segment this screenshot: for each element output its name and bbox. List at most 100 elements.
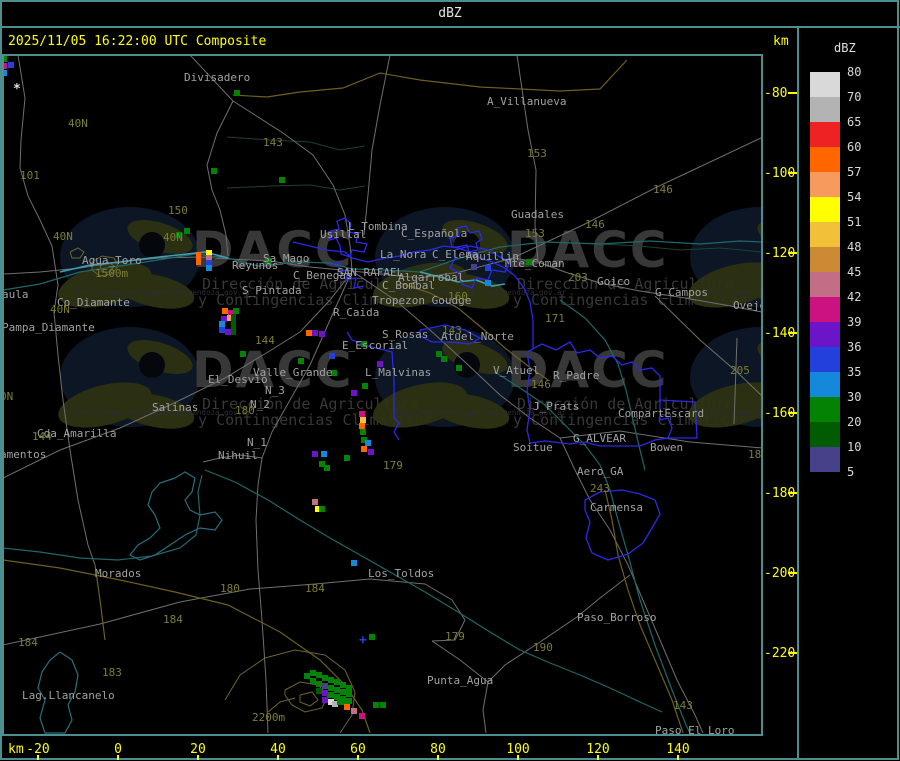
road-number-label: 40N [53,230,73,243]
radar-echo [380,702,386,708]
road-number-label: 180 [235,404,255,417]
radar-echo [312,499,318,505]
road-number-label: 1500m [95,267,128,280]
scale-label: 39 [847,315,862,329]
scale-block [810,322,840,347]
radar-echo [222,308,228,314]
road-number-label: 179 [445,630,465,643]
radar-echo [298,358,304,364]
radar-echo [365,440,371,446]
scale-block [810,372,840,397]
radar-echo [206,265,212,271]
radar-echo [322,675,328,681]
scale-label: 30 [847,390,862,404]
place-label: Nihuil [218,449,258,462]
place-label: SAN_RAFAEL [337,266,404,279]
elevation-contour [267,697,296,713]
radar-echo [321,451,327,457]
road-number-label: 171 [545,312,565,325]
scale-label: 70 [847,90,862,104]
radar-echo [310,670,316,676]
radar-echo [328,677,334,683]
route-line [232,59,628,98]
place-label: Soitue [513,441,553,454]
road-number-label: 205 [730,364,750,377]
y-axis-label: -80 [764,86,787,101]
road-number-label: 243 [590,482,610,495]
scale-block [810,397,840,422]
radar-map-canvas[interactable]: DACCDirección de Agriculturay Contingenc… [0,0,900,761]
x-axis-label: 140 [666,742,689,757]
road-number-label: 144 [32,430,52,443]
radar-echo [322,690,328,696]
scale-label: 45 [847,265,862,279]
radar-echo [337,699,343,705]
radar-echo [233,308,239,314]
road-number-label: 143 [263,136,283,149]
road-number-label: 143 [442,324,462,337]
place-label: Punta_Agua [427,674,493,687]
radar-echo [316,688,322,694]
road-number-label: 144 [255,334,275,347]
radar-echo [441,356,447,362]
radar-echo [368,449,374,455]
radar-echo [373,702,379,708]
radar-echo [340,682,346,688]
place-label: Aero_GA [577,465,624,478]
lake-outline [129,471,223,561]
x-axis-unit: km [8,742,24,757]
radar-echo [359,713,365,719]
radar-echo [346,685,352,691]
place-label: Bowen [650,441,683,454]
road-number-label: 183 [102,666,122,679]
scale-label: 20 [847,415,862,429]
radar-echo [8,62,14,68]
radar-app-window: DACC Dirección de Agricultura y Contingenc… [0,0,900,761]
scale-label: 80 [847,65,862,79]
radar-echo [340,689,346,695]
place-label: Reyunos [232,259,278,272]
road-number-label: 160 [448,290,468,303]
place-label: G_ALVEAR [573,432,626,445]
road-line [559,437,704,734]
scale-label: 10 [847,440,862,454]
watermark-logo-icon [769,352,795,378]
place-label: Usillal [320,228,366,241]
road-number-label: 143 [673,699,693,712]
stream-line [226,136,366,151]
x-axis-label: 0 [114,742,122,757]
place-label: E_Escorial [342,339,408,352]
radar-echo [231,314,236,335]
scale-block [810,172,840,197]
radar-echo [362,383,368,389]
road-number-label: 179 [383,459,403,472]
place-label: Goico [597,275,630,288]
road-number-label: 146 [531,378,551,391]
radar-echo [359,423,365,429]
x-axis-label: 100 [506,742,529,757]
scale-label: 65 [847,115,862,129]
place-label: El_Desvio [208,373,268,386]
road-number-label: 190 [533,641,553,654]
scale-label: 57 [847,165,862,179]
radar-echo [328,685,334,691]
place-label: amentos [0,448,46,461]
scale-label: 36 [847,340,862,354]
radar-echo [310,678,316,684]
road-number-label: 150 [168,204,188,217]
x-axis-label: 20 [190,742,206,757]
radar-echo [219,327,225,333]
radar-echo [361,446,367,452]
place-label: Los_Toldos [368,567,434,580]
scale-block [810,447,840,472]
scale-label: 60 [847,140,862,154]
road-number-label: 146 [653,183,673,196]
watermark-logo-icon [139,352,165,378]
road-number-label: 180 [220,582,240,595]
road-number-label: 153 [527,147,547,160]
scale-block [810,97,840,122]
place-label: Morados [95,567,141,580]
place-label: La_Nora [380,248,426,261]
radar-echo [316,681,322,687]
place-label: C_Bombal [382,279,435,292]
